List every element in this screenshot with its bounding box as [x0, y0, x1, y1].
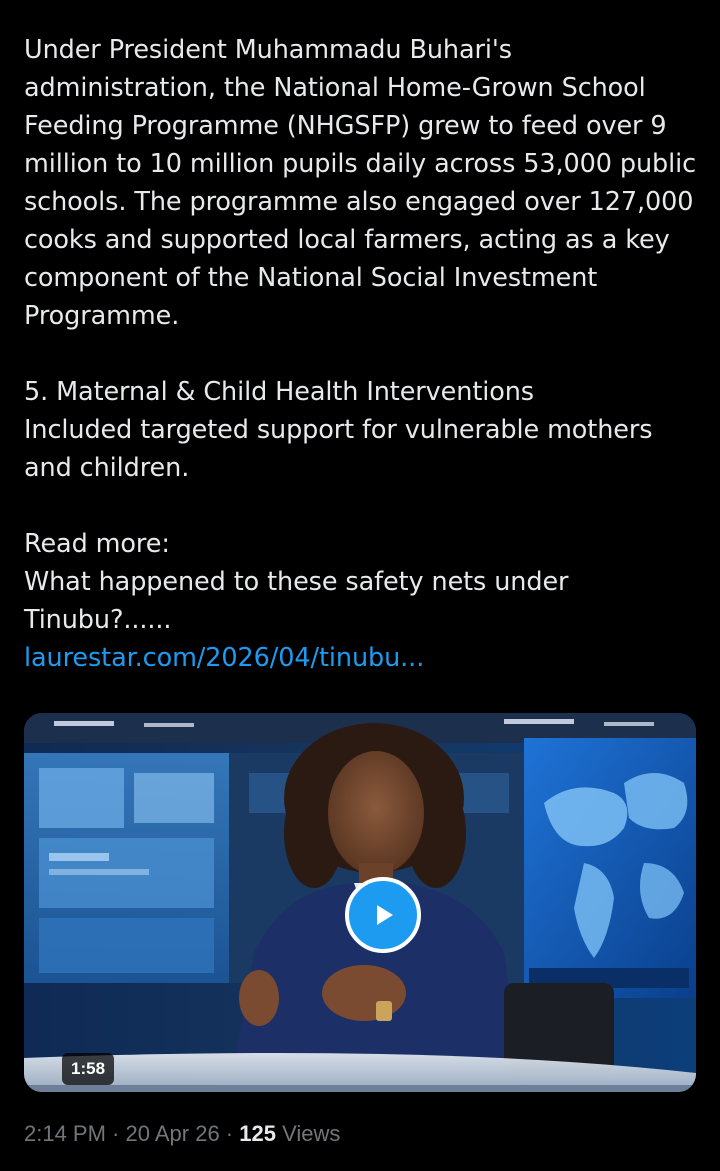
tweet-date[interactable]: 20 Apr 26 [126, 1121, 220, 1146]
meta-separator: · [219, 1121, 240, 1146]
views-label: Views [275, 1121, 341, 1146]
tweet-paragraph: Under President Muhammadu Buhari's admin… [24, 35, 697, 331]
tweet-time[interactable]: 2:14 PM [24, 1121, 106, 1146]
section-text: Included targeted support for vulnerable… [24, 415, 653, 483]
views-count: 125 [239, 1121, 276, 1146]
question-text: What happened to these safety nets under… [24, 567, 569, 635]
tweet-meta: 2:14 PM · 20 Apr 26 · 125 Views [24, 1118, 340, 1150]
video-duration-badge: 1:58 [62, 1053, 115, 1085]
section-heading: 5. Maternal & Child Health Interventions [24, 377, 534, 407]
tweet-text: Under President Muhammadu Buhari's admin… [24, 31, 704, 677]
play-icon [377, 905, 393, 925]
play-button[interactable] [345, 877, 421, 953]
video-player[interactable]: 1:58 [24, 713, 696, 1092]
meta-separator: · [105, 1121, 126, 1146]
article-link[interactable]: laurestar.com/2026/04/tinubu... [24, 643, 424, 673]
read-more-label: Read more: [24, 529, 170, 559]
